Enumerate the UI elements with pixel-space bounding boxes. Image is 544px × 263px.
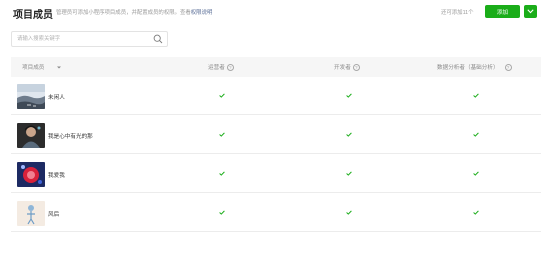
check-icon bbox=[473, 171, 479, 176]
search-input[interactable] bbox=[17, 34, 147, 44]
check-icon bbox=[219, 171, 225, 176]
member-name: 我是心中有光的那 bbox=[48, 134, 93, 140]
check-icon bbox=[219, 132, 225, 137]
chevron-down-icon bbox=[527, 9, 534, 14]
more-options-button[interactable] bbox=[524, 5, 537, 18]
check-icon bbox=[473, 132, 479, 137]
help-icon[interactable]: ? bbox=[504, 63, 512, 71]
table-row: 我是心中有光的那 bbox=[11, 116, 541, 154]
page-description-text: 管理员可添加小程序项目成员，并配置成员的权限。查看 bbox=[56, 10, 191, 16]
permission-doc-link[interactable]: 权限说明 bbox=[191, 10, 213, 16]
search-icon[interactable] bbox=[153, 34, 163, 44]
table-row: 未闲人 bbox=[11, 77, 541, 115]
column-header-analyst: 数据分析者（基础分析） ? bbox=[437, 63, 512, 71]
member-name: 我爱我 bbox=[48, 173, 65, 179]
check-icon bbox=[346, 132, 352, 137]
table-row: 风后 bbox=[11, 194, 541, 232]
avatar bbox=[17, 84, 45, 109]
help-icon[interactable]: ? bbox=[226, 63, 234, 71]
column-header-operator: 运营者 ? bbox=[208, 63, 234, 71]
check-icon bbox=[219, 210, 225, 215]
sort-icon[interactable] bbox=[46, 65, 62, 70]
column-header-member-label: 项目成员 bbox=[22, 65, 45, 71]
column-header-operator-label: 运营者 bbox=[208, 65, 225, 71]
avatar bbox=[17, 162, 45, 187]
member-name: 未闲人 bbox=[48, 95, 65, 101]
check-icon bbox=[473, 93, 479, 98]
search-box bbox=[11, 31, 168, 47]
column-header-analyst-label: 数据分析者（基础分析） bbox=[437, 65, 499, 71]
page-title: 项目成员 bbox=[13, 10, 53, 21]
check-icon bbox=[346, 93, 352, 98]
table-header: 项目成员 运营者 ? 开发者 ? 数据分析者（基础分析） ? bbox=[11, 57, 541, 77]
table-row: 我爱我 bbox=[11, 155, 541, 193]
avatar bbox=[17, 201, 45, 226]
check-icon bbox=[219, 93, 225, 98]
member-name: 风后 bbox=[48, 212, 60, 218]
avatar bbox=[17, 123, 45, 148]
check-icon bbox=[346, 210, 352, 215]
page-description: 管理员可添加小程序项目成员，并配置成员的权限。查看权限说明 bbox=[56, 8, 212, 16]
add-member-button[interactable]: 添加 bbox=[485, 5, 520, 18]
check-icon bbox=[346, 171, 352, 176]
column-header-developer-label: 开发者 bbox=[334, 65, 351, 71]
check-icon bbox=[473, 210, 479, 215]
remaining-count: 还可添加11个 bbox=[441, 10, 474, 16]
column-header-developer: 开发者 ? bbox=[334, 63, 360, 71]
column-header-member[interactable]: 项目成员 bbox=[22, 63, 62, 71]
help-icon[interactable]: ? bbox=[352, 63, 360, 71]
